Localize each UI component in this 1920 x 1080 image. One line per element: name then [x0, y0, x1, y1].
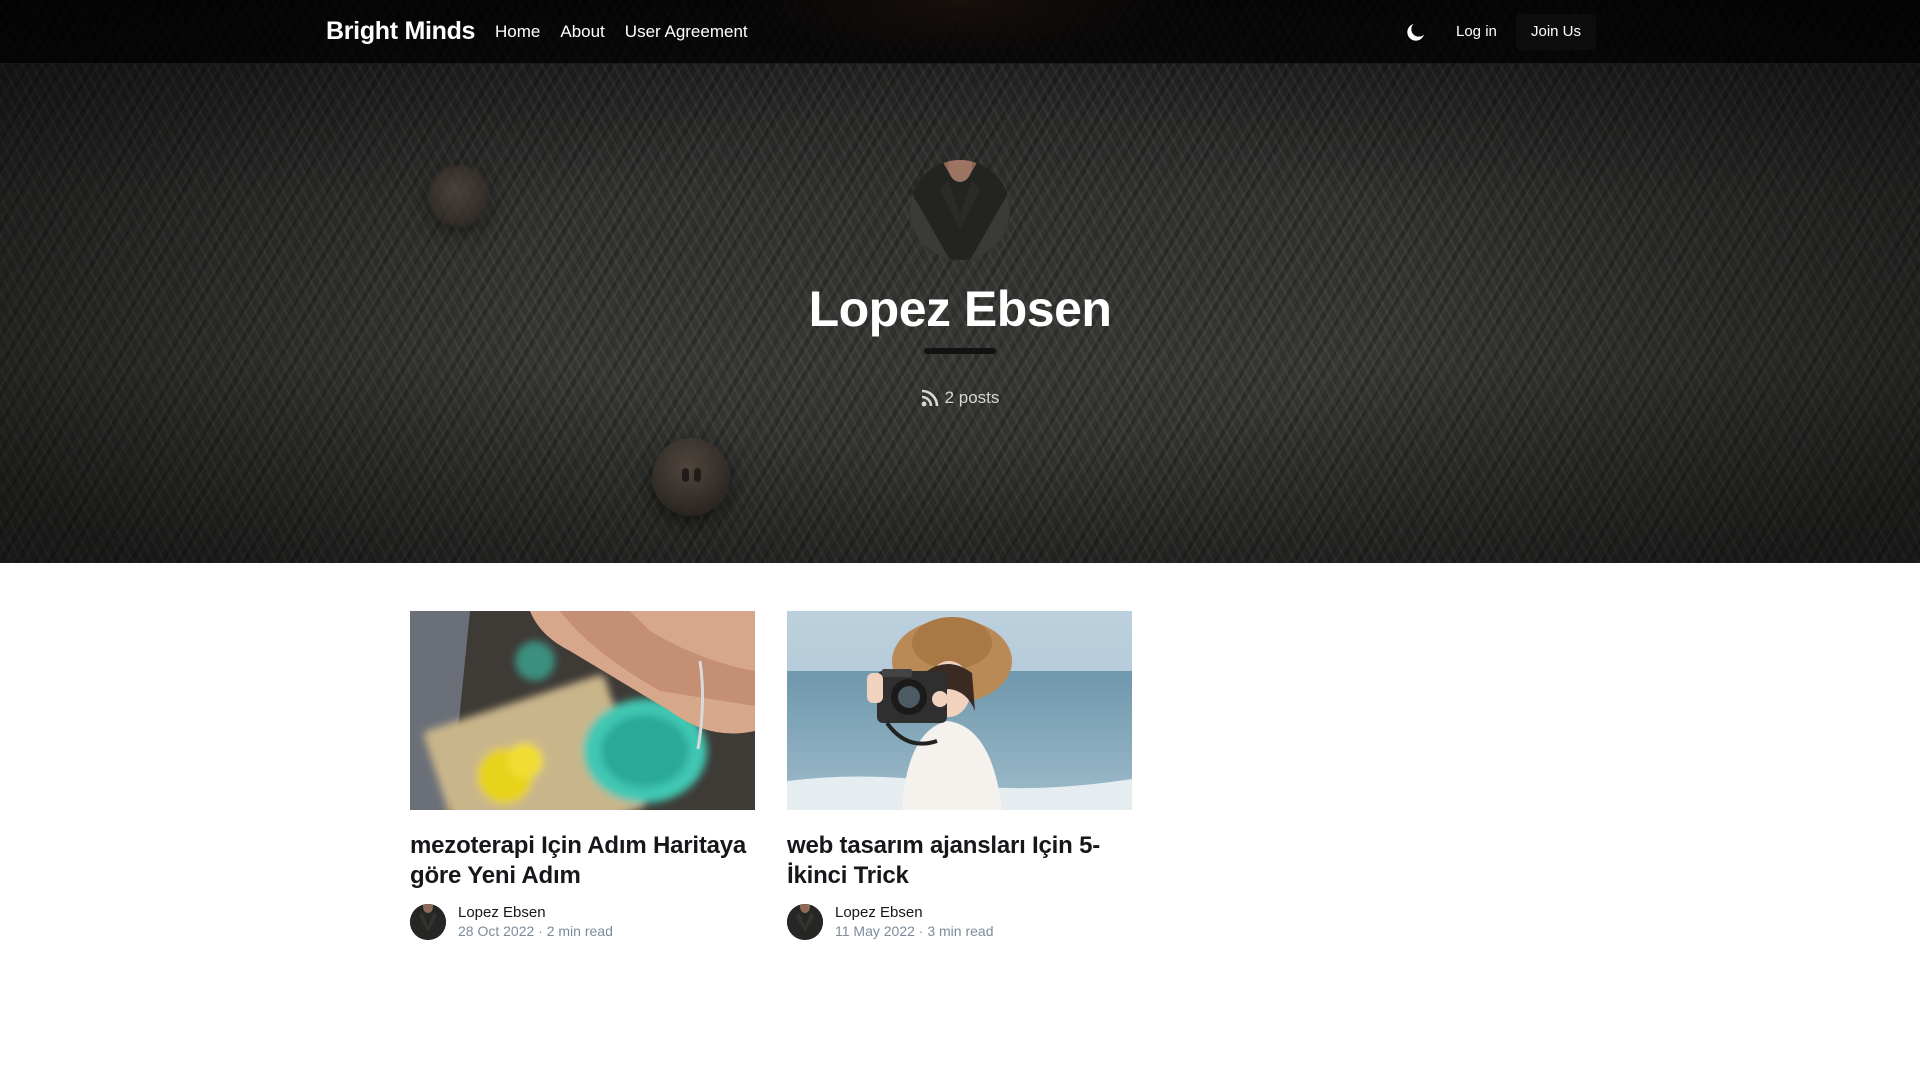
nav-link-about[interactable]: About [560, 22, 604, 42]
site-logo[interactable]: Bright Minds [326, 17, 475, 46]
post-image[interactable] [410, 611, 755, 810]
post-meta: Lopez Ebsen 28 Oct 2022 · 2 min read [410, 903, 755, 941]
post-date-readtime: 28 Oct 2022 · 2 min read [458, 923, 613, 939]
title-divider [924, 348, 996, 354]
nav-link-user-agreement[interactable]: User Agreement [625, 22, 748, 42]
moon-icon [1407, 24, 1424, 41]
author-cover: Lopez Ebsen 2 posts [0, 0, 1920, 563]
post-count-label: 2 posts [944, 388, 1000, 407]
post-count: 2 posts [0, 388, 1920, 408]
post-date-readtime: 11 May 2022 · 3 min read [835, 923, 994, 939]
author-avatar-small[interactable] [410, 904, 446, 940]
post-title[interactable]: web tasarım ajansları Için 5-İkinci Tric… [787, 831, 1132, 891]
join-button[interactable]: Join Us [1516, 14, 1597, 50]
rss-icon [921, 389, 938, 407]
author-avatar-small[interactable] [787, 904, 823, 940]
main-nav: Home About User Agreement [495, 22, 748, 42]
site-header: Bright Minds Home About User Agreement L… [0, 0, 1920, 64]
post-card[interactable]: mezoterapi Için Adım Haritaya göre Yeni … [410, 611, 755, 941]
login-button[interactable]: Log in [1440, 14, 1513, 50]
nav-link-home[interactable]: Home [495, 22, 540, 42]
post-author-name[interactable]: Lopez Ebsen [835, 903, 994, 922]
theme-toggle-button[interactable] [1404, 20, 1428, 44]
post-card[interactable]: web tasarım ajansları Için 5-İkinci Tric… [787, 611, 1132, 941]
author-avatar [910, 160, 1010, 260]
author-name: Lopez Ebsen [808, 281, 1112, 337]
post-title[interactable]: mezoterapi Için Adım Haritaya göre Yeni … [410, 831, 755, 891]
post-author-name[interactable]: Lopez Ebsen [458, 903, 613, 922]
post-image[interactable] [787, 611, 1132, 810]
post-meta: Lopez Ebsen 11 May 2022 · 3 min read [787, 903, 1132, 941]
